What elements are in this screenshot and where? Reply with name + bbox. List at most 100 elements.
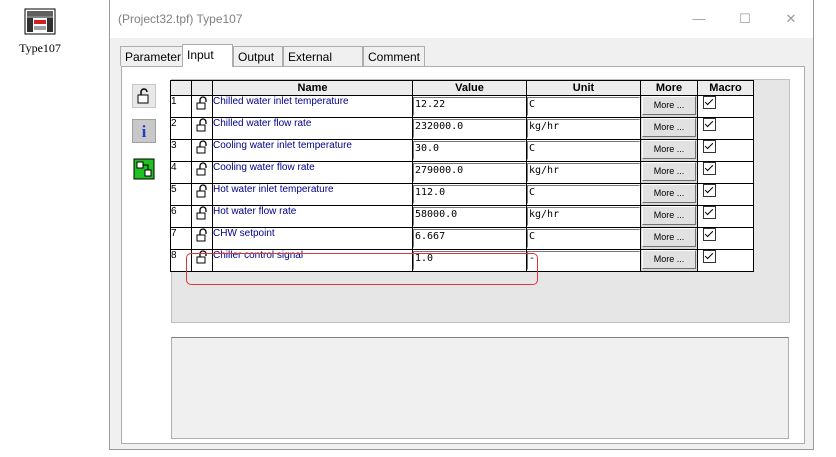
macro-checkbox[interactable] <box>703 118 716 131</box>
more-cell: More ... <box>640 249 698 272</box>
value-field[interactable]: 6.667 <box>412 227 527 250</box>
macro-checkbox[interactable] <box>703 184 716 197</box>
header-lock <box>191 80 213 96</box>
unit-field[interactable]: C <box>526 95 641 118</box>
header-more: More <box>640 80 698 96</box>
tab-output[interactable]: Output <box>233 46 283 66</box>
unit-field[interactable]: kg/hr <box>526 117 641 140</box>
row-number: 6 <box>170 205 192 228</box>
unit-field[interactable]: kg/hr <box>526 161 641 184</box>
close-button[interactable]: ✕ <box>779 8 803 30</box>
table-row: 2 Chilled water flow rate 232000.0 kg/hr Mor… <box>170 117 754 140</box>
macro-checkbox[interactable] <box>703 162 716 175</box>
info-icon: i <box>142 122 147 141</box>
macro-cell <box>697 249 754 272</box>
value-text: 232000.0 <box>413 119 526 138</box>
desktop-icon-type107[interactable]: Type107 <box>14 6 66 56</box>
lock-icon[interactable] <box>191 139 213 162</box>
lock-button[interactable] <box>132 84 156 108</box>
more-cell: More ... <box>640 227 698 250</box>
macro-checkbox[interactable] <box>703 228 716 241</box>
unit-field[interactable]: - <box>526 249 641 272</box>
value-text: 12.22 <box>413 97 526 116</box>
table-row: 6 Hot water flow rate 58000.0 kg/hr More ... <box>170 205 754 228</box>
row-number: 5 <box>170 183 192 206</box>
title-bar: (Project32.tpf) Type107 — ☐ ✕ <box>110 0 813 38</box>
value-text: 112.0 <box>413 185 526 204</box>
minimize-button[interactable]: — <box>687 8 711 30</box>
highlight-annotation <box>186 253 538 285</box>
unit-field[interactable]: C <box>526 183 641 206</box>
lock-icon[interactable] <box>191 117 213 140</box>
table-row: 5 Hot water inlet temperature 112.0 C More .… <box>170 183 754 206</box>
svg-text:i: i <box>142 122 147 141</box>
table-row: 4 Cooling water flow rate 279000.0 kg/hr Mor… <box>170 161 754 184</box>
row-number: 4 <box>170 161 192 184</box>
value-field[interactable]: 232000.0 <box>412 117 527 140</box>
lock-icon[interactable] <box>191 161 213 184</box>
tab-input[interactable]: Input <box>182 44 233 67</box>
value-field[interactable]: 12.22 <box>412 95 527 118</box>
unit-text: kg/hr <box>527 207 640 226</box>
macro-checkbox[interactable] <box>703 206 716 219</box>
unit-text: - <box>527 251 640 270</box>
unit-text: kg/hr <box>527 163 640 182</box>
lock-icon[interactable] <box>191 205 213 228</box>
tab-external-files[interactable]: External Files <box>283 46 363 84</box>
input-name: Chilled water flow rate <box>212 117 413 140</box>
more-button[interactable]: More ... <box>642 250 696 269</box>
macro-checkbox[interactable] <box>703 96 716 109</box>
macro-checkbox[interactable] <box>703 250 716 263</box>
more-button[interactable]: More ... <box>642 228 696 247</box>
lock-icon[interactable] <box>191 183 213 206</box>
value-text: 279000.0 <box>413 163 526 182</box>
row-number: 2 <box>170 117 192 140</box>
row-number: 3 <box>170 139 192 162</box>
info-button[interactable]: i <box>132 119 156 143</box>
macro-cell <box>697 95 754 118</box>
value-field[interactable]: 30.0 <box>412 139 527 162</box>
chiller-component-icon <box>24 8 56 35</box>
more-button[interactable]: More ... <box>642 162 696 181</box>
macro-cell <box>697 183 754 206</box>
maximize-button[interactable]: ☐ <box>733 8 757 30</box>
macro-checkbox[interactable] <box>703 140 716 153</box>
unit-field[interactable]: C <box>526 227 641 250</box>
grid-header-row: Name Value Unit More Macro <box>170 80 754 96</box>
tab-comment[interactable]: Comment <box>363 46 425 66</box>
more-button[interactable]: More ... <box>642 184 696 203</box>
value-text: 58000.0 <box>413 207 526 226</box>
description-box <box>171 337 789 439</box>
value-field[interactable]: 279000.0 <box>412 161 527 184</box>
more-button[interactable]: More ... <box>642 140 696 159</box>
input-name: CHW setpoint <box>212 227 413 250</box>
inputs-grid: Name Value Unit More Macro 1 Chilled wate… <box>170 80 754 272</box>
more-button[interactable]: More ... <box>642 96 696 115</box>
tab-parameter[interactable]: Parameter <box>120 46 183 66</box>
row-number: 7 <box>170 227 192 250</box>
grid-button[interactable] <box>132 157 156 181</box>
more-cell: More ... <box>640 205 698 228</box>
unit-text: kg/hr <box>527 119 640 138</box>
macro-cell <box>697 117 754 140</box>
unit-text: C <box>527 229 640 248</box>
unit-field[interactable]: kg/hr <box>526 205 641 228</box>
lock-icon[interactable] <box>191 227 213 250</box>
header-name: Name <box>212 80 413 96</box>
more-cell: More ... <box>640 183 698 206</box>
more-button[interactable]: More ... <box>642 206 696 225</box>
more-button[interactable]: More ... <box>642 118 696 137</box>
input-name: Cooling water flow rate <box>212 161 413 184</box>
unit-text: C <box>527 185 640 204</box>
macro-cell <box>697 139 754 162</box>
unit-field[interactable]: C <box>526 139 641 162</box>
window-title: (Project32.tpf) Type107 <box>118 12 243 26</box>
more-cell: More ... <box>640 117 698 140</box>
value-field[interactable]: 112.0 <box>412 183 527 206</box>
input-name: Cooling water inlet temperature <box>212 139 413 162</box>
unit-text: C <box>527 141 640 160</box>
value-field[interactable]: 58000.0 <box>412 205 527 228</box>
lock-icon <box>137 88 149 104</box>
header-macro: Macro <box>697 80 754 96</box>
lock-icon[interactable] <box>191 95 213 118</box>
